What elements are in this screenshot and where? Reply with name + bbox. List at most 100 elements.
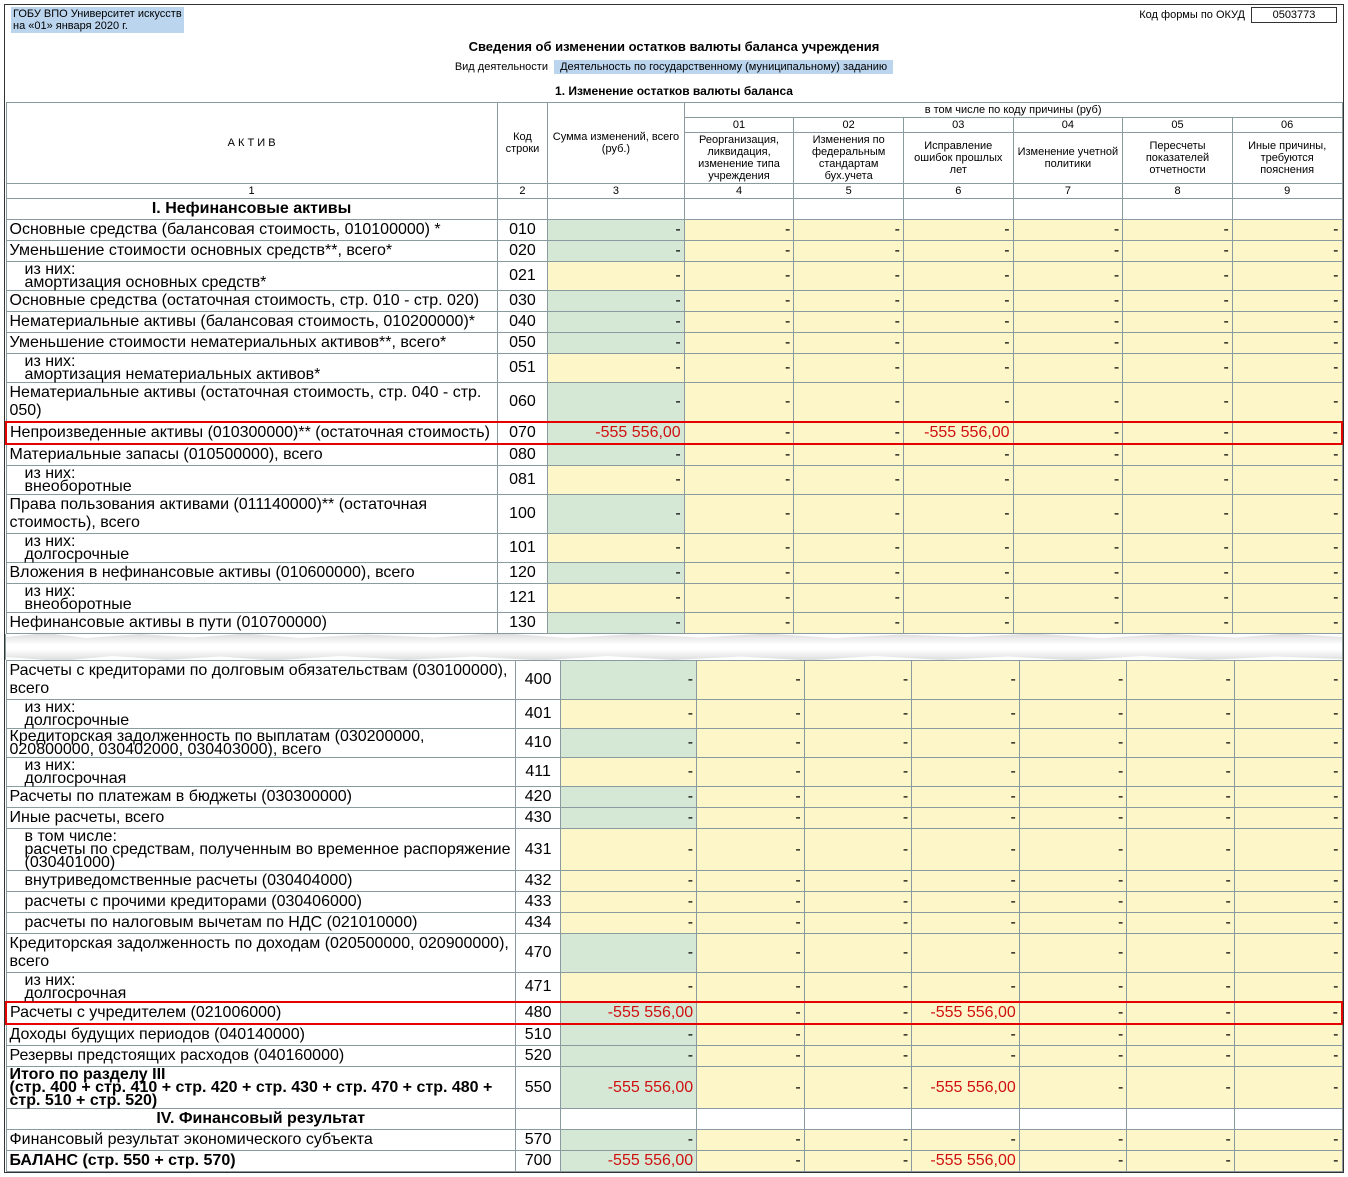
row-sum: -555 556,00 xyxy=(561,1002,697,1024)
th-r02: 02 xyxy=(794,118,904,133)
row-c5: - xyxy=(1127,1024,1235,1046)
row-name: Финансовый результат экономического субъ… xyxy=(6,1130,515,1151)
row-c1: - xyxy=(684,291,794,312)
row-c5: - xyxy=(1123,563,1233,584)
row-c5: - xyxy=(1127,1046,1235,1067)
row-name: Уменьшение стоимости основных средств**,… xyxy=(6,241,497,262)
row-c2: - xyxy=(804,892,912,913)
table-row: Вложения в нефинансовые активы (01060000… xyxy=(6,563,1342,584)
th-n9: 9 xyxy=(1232,184,1342,199)
row-c1: - xyxy=(697,1024,805,1046)
row-name: Кредиторская задолженность по доходам (0… xyxy=(6,934,515,973)
row-c1: - xyxy=(684,613,794,634)
row-c6: - xyxy=(1234,913,1342,934)
row-name: внутриведомственные расчеты (030404000) xyxy=(6,871,515,892)
row-name: Расчеты с учредителем (021006000) xyxy=(6,1002,515,1024)
row-c4: - xyxy=(1019,829,1127,871)
row-c6: - xyxy=(1232,444,1342,466)
row-c5: - xyxy=(1123,354,1233,383)
row-c4: - xyxy=(1013,354,1123,383)
row-c3: - xyxy=(903,444,1013,466)
row-c3: - xyxy=(903,584,1013,613)
row-c2: - xyxy=(794,495,904,534)
table-row: из них: внеоборотные081------- xyxy=(6,466,1342,495)
row-c3: - xyxy=(912,1024,1020,1046)
row-name: Расчеты по платежам в бюджеты (030300000… xyxy=(6,787,515,808)
row-c1: - xyxy=(697,892,805,913)
row-code: 070 xyxy=(497,422,548,444)
row-sum: - xyxy=(561,871,697,892)
row-name: Основные средства (балансовая стоимость,… xyxy=(6,220,497,241)
row-c4: - xyxy=(1013,220,1123,241)
row-c6: - xyxy=(1234,934,1342,973)
row-c6: - xyxy=(1232,241,1342,262)
row-c5: - xyxy=(1123,262,1233,291)
row-sum: - xyxy=(561,700,697,729)
row-name: Нематериальные активы (остаточная стоимо… xyxy=(6,383,497,423)
row-code: 130 xyxy=(497,613,548,634)
row-c2: - xyxy=(804,1067,912,1109)
row-name: Основные средства (остаточная стоимость,… xyxy=(6,291,497,312)
row-c6: - xyxy=(1234,1046,1342,1067)
row-sum: -555 556,00 xyxy=(561,1067,697,1109)
row-code: 480 xyxy=(515,1002,560,1024)
row-c3: - xyxy=(912,871,1020,892)
row-c6: - xyxy=(1234,787,1342,808)
row-c3: - xyxy=(903,262,1013,291)
row-c2: - xyxy=(804,729,912,758)
table-row: Основные средства (остаточная стоимость,… xyxy=(6,291,1342,312)
row-c3: - xyxy=(912,787,1020,808)
table-row: Доходы будущих периодов (040140000)510 - -… xyxy=(6,1024,1342,1046)
row-sum: - xyxy=(561,1046,697,1067)
row-c5: - xyxy=(1127,1130,1235,1151)
row-c3: -555 556,00 xyxy=(903,422,1013,444)
row-code: 401 xyxy=(515,700,560,729)
row-c1: - xyxy=(684,444,794,466)
row-name: Доходы будущих периодов (040140000) xyxy=(6,1024,515,1046)
row-c6: - xyxy=(1234,1130,1342,1151)
row-c4: - xyxy=(1013,613,1123,634)
th-code: Код строки xyxy=(497,103,548,184)
row-c5: - xyxy=(1127,1067,1235,1109)
row-c1: - xyxy=(684,534,794,563)
table-row: Иные расчеты, всего430------- xyxy=(6,808,1342,829)
row-c2: - xyxy=(804,758,912,787)
row-c3: - xyxy=(903,563,1013,584)
row-code: 411 xyxy=(515,758,560,787)
row-c4: - xyxy=(1019,934,1127,973)
row-c3: - xyxy=(903,312,1013,333)
row-c4: - xyxy=(1013,444,1123,466)
org-name: ГОБУ ВПО Университет искусств xyxy=(13,8,182,20)
row-c6: - xyxy=(1234,808,1342,829)
row-sum: - xyxy=(548,312,685,333)
table-row: Резервы предстоящих расходов (040160000)… xyxy=(6,1046,1342,1067)
table-row: Основные средства (балансовая стоимость,… xyxy=(6,220,1342,241)
row-c6: - xyxy=(1234,729,1342,758)
th-sum: Сумма изменений, всего (руб.) xyxy=(548,103,685,184)
th-r05: 05 xyxy=(1123,118,1233,133)
row-name: расчеты с прочими кредиторами (030406000… xyxy=(6,892,515,913)
document-frame: ГОБУ ВПО Университет искусств на «01» ян… xyxy=(4,4,1344,1173)
row-c2: - xyxy=(794,354,904,383)
table-row: из них: долгосрочная471------- xyxy=(6,973,1342,1003)
row-c4: - xyxy=(1019,1130,1127,1151)
row-sum: - xyxy=(548,495,685,534)
row-c6: - xyxy=(1232,354,1342,383)
row-c3: - xyxy=(903,613,1013,634)
row-code: 510 xyxy=(515,1024,560,1046)
row-c5: - xyxy=(1123,291,1233,312)
row-c3: - xyxy=(912,973,1020,1003)
row-code: 080 xyxy=(497,444,548,466)
table-row: Расчеты с учредителем (021006000)480-555… xyxy=(6,1002,1342,1024)
table-row: Кредиторская задолженность по доходам (0… xyxy=(6,934,1342,973)
row-c5: - xyxy=(1127,871,1235,892)
row-c2: - xyxy=(794,262,904,291)
row-c3: - xyxy=(903,241,1013,262)
table-row: из них: долгосрочные101------- xyxy=(6,534,1342,563)
row-c6: - xyxy=(1232,534,1342,563)
row-sum: - xyxy=(548,613,685,634)
row-c3: - xyxy=(903,466,1013,495)
row-c6: - xyxy=(1232,466,1342,495)
row-c4: - xyxy=(1013,563,1123,584)
row-code: 020 xyxy=(497,241,548,262)
